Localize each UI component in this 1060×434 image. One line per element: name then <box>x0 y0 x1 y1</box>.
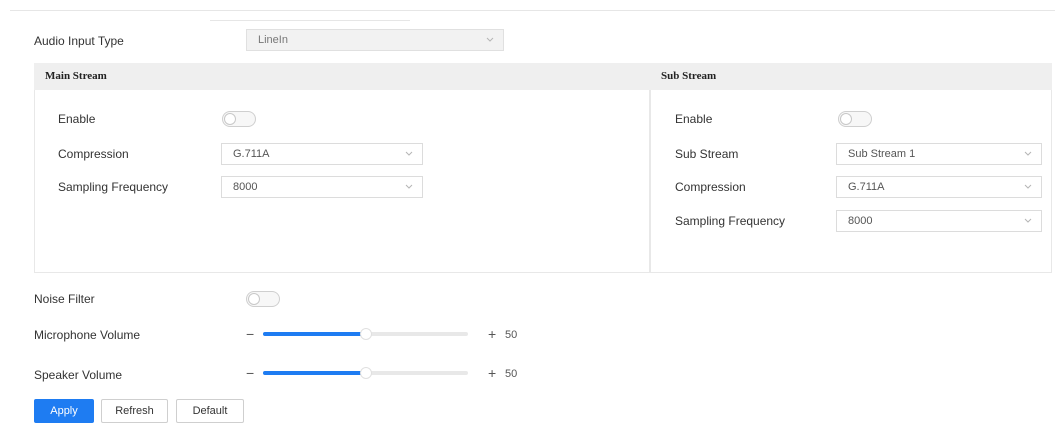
toggle-knob <box>248 293 260 305</box>
main-stream-header: Main Stream <box>34 63 650 90</box>
main-stream-title: Main Stream <box>45 70 107 82</box>
speaker-volume-increase-button[interactable]: + <box>488 366 496 380</box>
sub-substream-label: Sub Stream <box>675 147 739 161</box>
main-compression-select[interactable]: G.711A <box>221 143 423 165</box>
microphone-volume-increase-button[interactable]: + <box>488 327 496 341</box>
frame-divider <box>210 11 410 21</box>
chevron-down-icon <box>486 37 494 42</box>
audio-input-type-label: Audio Input Type <box>34 34 124 48</box>
main-enable-toggle[interactable] <box>222 111 256 127</box>
sub-enable-toggle[interactable] <box>838 111 872 127</box>
main-sampling-select[interactable]: 8000 <box>221 176 423 198</box>
sub-compression-value: G.711A <box>848 181 885 193</box>
toggle-knob <box>224 113 236 125</box>
microphone-volume-fill <box>263 332 366 336</box>
speaker-volume-fill <box>263 371 366 375</box>
main-compression-value: G.711A <box>233 148 270 160</box>
microphone-volume-decrease-button[interactable]: − <box>246 327 254 341</box>
audio-input-type-value: LineIn <box>258 34 288 46</box>
chevron-down-icon <box>1024 184 1032 189</box>
noise-filter-toggle[interactable] <box>246 291 280 307</box>
chevron-down-icon <box>405 151 413 156</box>
chevron-down-icon <box>1024 218 1032 223</box>
toggle-knob <box>840 113 852 125</box>
main-compression-label: Compression <box>58 147 129 161</box>
sub-sampling-select[interactable]: 8000 <box>836 210 1042 232</box>
default-button[interactable]: Default <box>176 399 244 423</box>
speaker-volume-slider[interactable] <box>263 367 468 379</box>
sub-enable-label: Enable <box>675 112 713 126</box>
microphone-volume-value: 50 <box>505 329 518 341</box>
main-enable-label: Enable <box>58 112 96 126</box>
speaker-volume-decrease-button[interactable]: − <box>246 366 254 380</box>
sub-stream-title: Sub Stream <box>661 70 717 82</box>
microphone-volume-handle[interactable] <box>359 328 372 340</box>
sub-sampling-value: 8000 <box>848 215 873 227</box>
chevron-down-icon <box>405 184 413 189</box>
noise-filter-label: Noise Filter <box>34 292 95 306</box>
main-sampling-label: Sampling Frequency <box>58 180 169 194</box>
speaker-volume-label: Speaker Volume <box>34 368 123 382</box>
audio-input-type-select[interactable]: LineIn <box>246 29 504 51</box>
sub-stream-header: Sub Stream <box>650 63 1052 90</box>
sub-compression-select[interactable]: G.711A <box>836 176 1042 198</box>
speaker-volume-value: 50 <box>505 368 518 380</box>
microphone-volume-slider[interactable] <box>263 328 468 340</box>
sub-substream-select[interactable]: Sub Stream 1 <box>836 143 1042 165</box>
sub-sampling-label: Sampling Frequency <box>675 214 786 228</box>
speaker-volume-handle[interactable] <box>359 367 372 379</box>
apply-button[interactable]: Apply <box>34 399 94 423</box>
sub-compression-label: Compression <box>675 180 746 194</box>
chevron-down-icon <box>1024 151 1032 156</box>
main-sampling-value: 8000 <box>233 181 258 193</box>
microphone-volume-label: Microphone Volume <box>34 328 141 342</box>
sub-substream-value: Sub Stream 1 <box>848 148 916 160</box>
refresh-button[interactable]: Refresh <box>101 399 168 423</box>
